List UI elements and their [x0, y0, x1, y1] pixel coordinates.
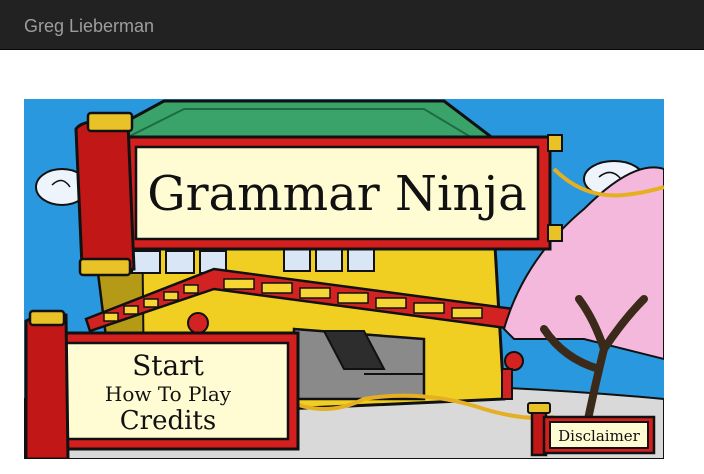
lantern-icon [187, 312, 209, 334]
top-navbar: Greg Lieberman [0, 0, 704, 50]
brand-link[interactable]: Greg Lieberman [24, 15, 154, 37]
game-canvas[interactable]: Grammar Ninja Start How To Play Credits … [24, 99, 664, 459]
credits-menu-item[interactable]: Credits [120, 406, 216, 436]
temple-roof [93, 99, 499, 141]
lantern-icon [504, 351, 524, 371]
main-menu-panel: Start How To Play Credits [24, 309, 300, 459]
start-menu-item[interactable]: Start [132, 349, 205, 382]
how-to-play-menu-item[interactable]: How To Play [105, 382, 232, 406]
disclaimer-button[interactable]: Disclaimer [558, 427, 641, 445]
game-title: Grammar Ninja [147, 166, 527, 222]
